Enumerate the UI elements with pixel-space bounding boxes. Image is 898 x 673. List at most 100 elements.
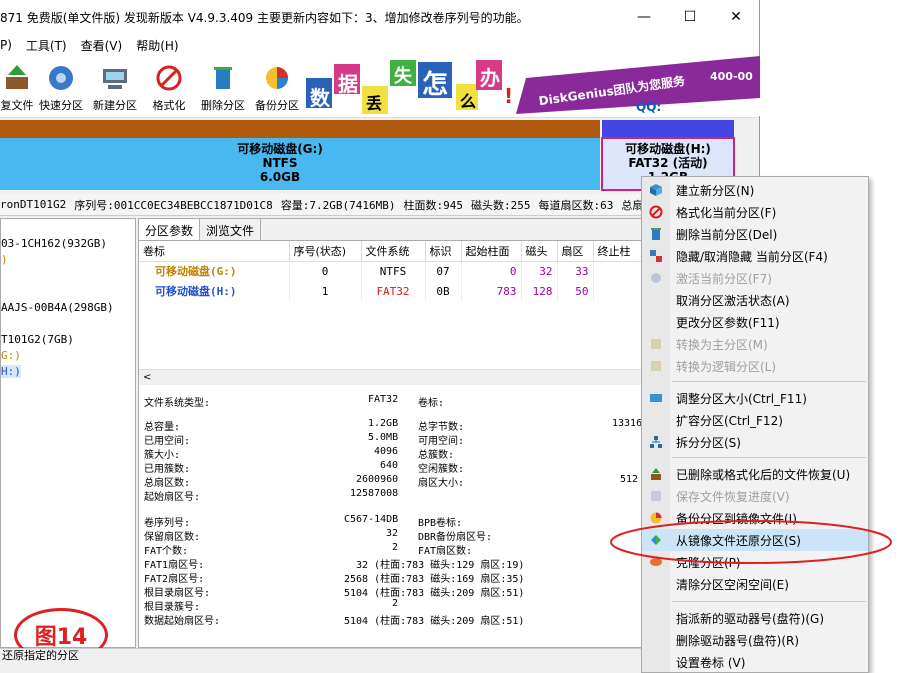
convert-logical-icon bbox=[642, 355, 670, 377]
data-start-label: 数据起始扇区号: bbox=[144, 616, 221, 627]
partition-g-fs: NTFS bbox=[262, 156, 298, 170]
menu-item-deactivate[interactable]: 取消分区激活状态(A) bbox=[642, 289, 868, 311]
bpb-label: BPB卷标: bbox=[418, 518, 463, 529]
partition-h-fs: FAT32 (活动) bbox=[628, 156, 708, 170]
disk-serial: 序列号:001CC0EC34BEBCC1871D01C8 bbox=[74, 198, 273, 212]
menu-item-set-volume-label[interactable]: 设置卷标 (V) bbox=[642, 651, 868, 673]
disk-capacity: 容量:7.2GB(7416MB) bbox=[280, 198, 396, 212]
fatcount-label: FAT个数: bbox=[144, 546, 189, 557]
partition-g-block[interactable]: 可移动磁盘(G:) NTFS 6.0GB bbox=[0, 142, 560, 184]
tree-disk-1[interactable]: 03-1CH162(932GB) bbox=[1, 237, 107, 250]
banner-char-1: 数 bbox=[310, 86, 330, 110]
menu-item-restore-image[interactable]: 从镜像文件还原分区(S) bbox=[642, 529, 868, 551]
minimize-button[interactable]: — bbox=[621, 0, 667, 34]
new-partition-icon bbox=[642, 179, 670, 201]
toolbar-backup-partition-button[interactable]: 备份分区 bbox=[250, 59, 304, 117]
toolbar-quick-partition-button[interactable]: 快速分区 bbox=[34, 59, 88, 117]
resize-icon bbox=[642, 387, 670, 409]
fstype-value: FAT32 bbox=[368, 394, 399, 405]
tab-partition-params[interactable]: 分区参数 bbox=[139, 219, 201, 240]
disk-sectors: 每道扇区数:63 bbox=[538, 198, 614, 212]
toolbar-new-partition-button[interactable]: 新建分区 bbox=[88, 59, 142, 117]
menu-item-assign-drive-letter[interactable]: 指派新的驱动器号(盘符)(G) bbox=[642, 607, 868, 629]
used-clusters-label: 已用簇数: bbox=[144, 464, 191, 475]
new-partition-icon bbox=[100, 63, 130, 93]
menu-view[interactable]: 查看(V) bbox=[81, 37, 123, 54]
tree-partition-g[interactable]: G:) bbox=[1, 349, 21, 362]
tab-browse-files[interactable]: 浏览文件 bbox=[200, 219, 262, 240]
data-start-value: 5104 (柱面:783 磁头:209 扇区:51) bbox=[344, 616, 525, 627]
partition-g-name: 可移动磁盘(G:) bbox=[237, 142, 323, 156]
menu-tools[interactable]: 工具(T) bbox=[26, 37, 67, 54]
fatsize-label: FAT扇区数: bbox=[418, 546, 473, 557]
menu-separator bbox=[672, 457, 866, 458]
capacity-label: 总容量: bbox=[144, 422, 181, 433]
backup-image-icon bbox=[642, 507, 670, 529]
menu-item-extend[interactable]: 扩容分区(Ctrl_F12) bbox=[642, 409, 868, 431]
toolbar-delete-partition-button[interactable]: 删除分区 bbox=[196, 59, 250, 117]
delete-partition-icon bbox=[208, 63, 238, 93]
close-button[interactable]: ✕ bbox=[713, 0, 759, 34]
menu-item-recover-files[interactable]: 已删除或格式化后的文件恢复(U) bbox=[642, 463, 868, 485]
col-head[interactable]: 磁头 bbox=[521, 241, 558, 262]
root-label: 根目录扇区号: bbox=[144, 588, 211, 599]
col-index[interactable]: 序号(状态) bbox=[289, 241, 362, 262]
menu-item-hide[interactable]: 隐藏/取消隐藏 当前分区(F4) bbox=[642, 245, 868, 267]
cluster-size-value: 4096 bbox=[374, 446, 399, 457]
used-label: 已用空间: bbox=[144, 436, 191, 447]
tree-partition-h[interactable]: H:) bbox=[1, 365, 21, 378]
used-clusters-value: 640 bbox=[380, 460, 399, 471]
menu-item-format[interactable]: 格式化当前分区(F) bbox=[642, 201, 868, 223]
disk-cylinders: 柱面数:945 bbox=[403, 198, 464, 212]
menu-help[interactable]: 帮助(H) bbox=[136, 37, 178, 54]
menu-item-change-params[interactable]: 更改分区参数(F11) bbox=[642, 311, 868, 333]
maximize-button[interactable]: ☐ bbox=[667, 0, 713, 34]
menu-item-split[interactable]: 拆分分区(S) bbox=[642, 431, 868, 453]
root-value: 5104 (柱面:783 磁头:209 扇区:51) bbox=[344, 588, 525, 599]
menu-item-remove-drive-letter[interactable]: 删除驱动器号(盘符)(R) bbox=[642, 629, 868, 651]
start-value: 12587008 bbox=[350, 488, 399, 499]
sector-size-value: 512 bbox=[620, 474, 639, 485]
delete-icon bbox=[642, 223, 670, 245]
tree-disk-2[interactable]: AAJS-00B4A(298GB) bbox=[1, 301, 114, 314]
activate-icon bbox=[642, 267, 670, 289]
col-sector[interactable]: 扇区 bbox=[557, 241, 594, 262]
format-icon bbox=[642, 201, 670, 223]
menu-separator bbox=[672, 601, 866, 602]
fstype-label: 文件系统类型: bbox=[144, 398, 211, 409]
tree-disk-3[interactable]: T101G2(7GB) bbox=[1, 333, 74, 346]
menu-partition[interactable]: P) bbox=[0, 38, 12, 52]
banner-qq: QQ: 4000089958(与 bbox=[636, 100, 662, 114]
save-progress-icon bbox=[642, 485, 670, 507]
fat1-label: FAT1扇区号: bbox=[144, 560, 205, 571]
col-label[interactable]: 卷标 bbox=[139, 241, 290, 262]
col-fs[interactable]: 文件系统 bbox=[361, 241, 426, 262]
menu-item-resize[interactable]: 调整分区大小(Ctrl_F11) bbox=[642, 387, 868, 409]
menu-item-new-partition[interactable]: 建立新分区(N) bbox=[642, 179, 868, 201]
toolbar-restore-file-button[interactable]: 复文件 bbox=[0, 59, 34, 117]
banner-char-2: 据 bbox=[338, 72, 358, 96]
window-controls: — ☐ ✕ bbox=[621, 0, 759, 34]
banner-char-3: 丢 bbox=[366, 94, 383, 113]
window-title: 871 免费版(单文件版) 发现新版本 V4.9.3.409 主要更新内容如下：… bbox=[0, 10, 529, 25]
rootcl-value: 2 bbox=[392, 598, 399, 609]
disk-tree: 03-1CH162(932GB) ) AAJS-00B4A(298GB) T10… bbox=[0, 218, 136, 648]
tree-partition-1[interactable]: ) bbox=[1, 253, 8, 266]
ad-banner[interactable]: 数 据 丢 失 怎 么 办 ! DiskGenius团队为您服务 400-00 … bbox=[306, 56, 760, 116]
menu-bar: P) 工具(T) 查看(V) 帮助(H) bbox=[0, 34, 759, 56]
col-id[interactable]: 标识 bbox=[425, 241, 462, 262]
menu-item-backup-image[interactable]: 备份分区到镜像文件(I) bbox=[642, 507, 868, 529]
menu-item-clone[interactable]: 克隆分区(P) bbox=[642, 551, 868, 573]
horizontal-scrollbar[interactable]: < bbox=[139, 369, 659, 385]
menu-item-convert-primary: 转换为主分区(M) bbox=[642, 333, 868, 355]
menu-item-wipe-free-space[interactable]: 清除分区空闲空间(E) bbox=[642, 573, 868, 595]
free-label: 可用空间: bbox=[418, 436, 465, 447]
serial-value: C567-14DB bbox=[344, 514, 399, 525]
col-start-cyl[interactable]: 起始柱面 bbox=[461, 241, 522, 262]
reserved-label: 保留扇区数: bbox=[144, 532, 201, 543]
format-icon bbox=[154, 63, 184, 93]
capacity-value: 1.2GB bbox=[368, 418, 399, 429]
cluster-size-label: 簇大小: bbox=[144, 450, 181, 461]
menu-item-delete[interactable]: 删除当前分区(Del) bbox=[642, 223, 868, 245]
toolbar-format-button[interactable]: 格式化 bbox=[142, 59, 196, 117]
